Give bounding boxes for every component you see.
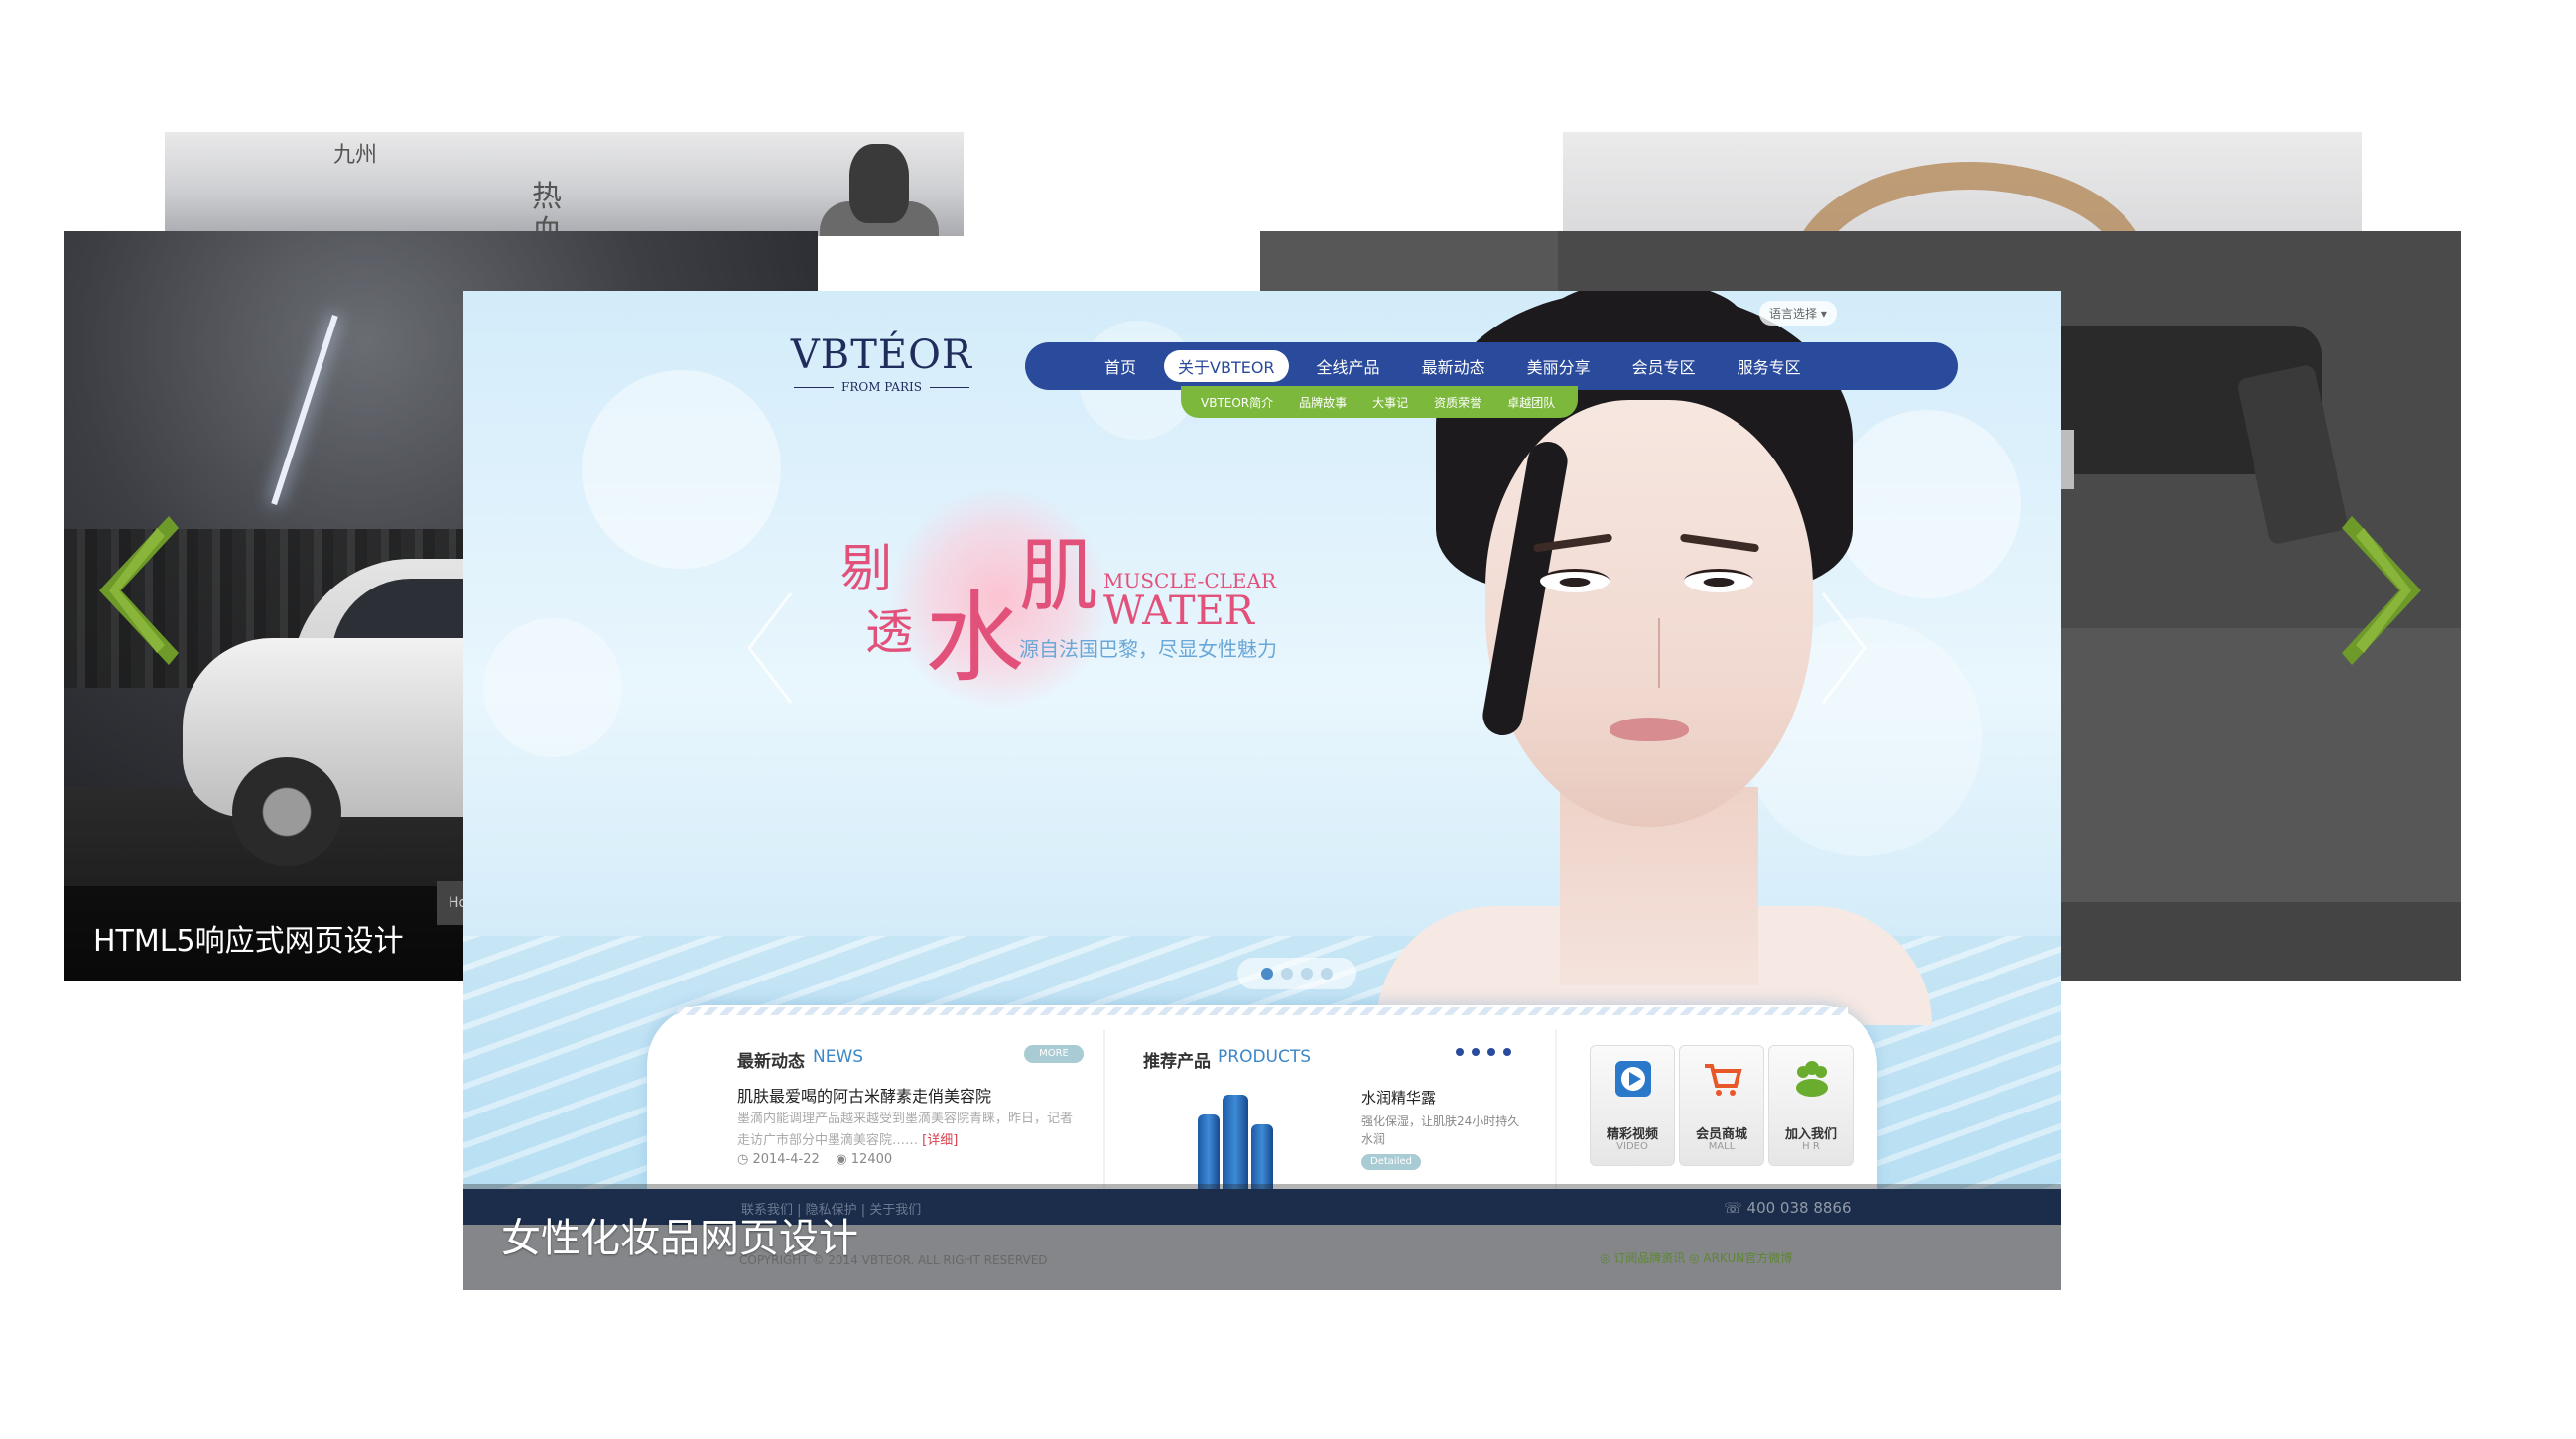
figure-head [849, 144, 909, 223]
news-detail-link[interactable]: [详细] [922, 1133, 958, 1148]
product-detail-button[interactable]: Detailed [1361, 1154, 1421, 1170]
slogan-subtitle: 源自法国巴黎，尽显女性魅力 [1019, 637, 1277, 661]
shopping-cart-icon [1705, 1064, 1742, 1096]
panel-stripe [677, 1007, 1848, 1015]
nav-item-about[interactable]: 关于VBTEOR [1164, 350, 1289, 382]
people-group-icon [1796, 1061, 1828, 1097]
subnav-item-team[interactable]: 卓越团队 [1507, 394, 1555, 411]
bokeh-light [483, 618, 622, 757]
slogan-char-water: 水 [925, 580, 1024, 696]
back-card-top-left[interactable]: 九州 热 血 [165, 132, 964, 236]
banner-pager [1237, 958, 1356, 989]
slide-card-front[interactable]: VBTÉOR FROM PARIS 语言选择 ▾ 首页 关于VBTEOR 全线产… [463, 291, 2061, 1290]
tile-mall-sub: MALL [1708, 1141, 1736, 1152]
banner-prev-icon[interactable] [741, 589, 801, 708]
banner-next-icon[interactable] [1813, 589, 1872, 708]
tile-video-label: 精彩视频 [1606, 1127, 1658, 1142]
nav-item-service[interactable]: 服务专区 [1738, 354, 1801, 378]
brand-logo[interactable]: VBTÉOR FROM PARIS [786, 332, 977, 394]
news-title-en: NEWS [813, 1047, 864, 1067]
slide-caption-front: 女性化妆品网页设计 [501, 1216, 858, 1261]
slogan-char-2: 透 [865, 604, 914, 660]
news-meta: ◷ 2014-4-22 ◉ 12400 [737, 1152, 892, 1167]
tile-mall-label: 会员商城 [1695, 1127, 1747, 1142]
pager-dot[interactable] [1281, 968, 1293, 980]
products-pager-dot[interactable] [1472, 1048, 1480, 1056]
car-wheel-front [232, 757, 341, 866]
news-excerpt: 墨滴内能调理产品越来越受到墨滴美容院青睐，昨日，记者走访广市部分中墨滴美容院……… [737, 1109, 1085, 1152]
product-name[interactable]: 水润精华露 [1361, 1087, 1436, 1108]
carousel-stage: 九州 热 血 Ho HTML5响应式网页设计 VBTÉOR FROM PARIS… [0, 0, 2576, 1439]
tile-join-label: 加入我们 [1784, 1127, 1837, 1142]
slogan-char-skin: 肌 [1019, 530, 1098, 622]
subnav-item-intro[interactable]: VBTEOR简介 [1201, 394, 1273, 411]
tile-video[interactable]: 精彩视频 VIDEO [1590, 1045, 1675, 1166]
products-title: 推荐产品 [1143, 1052, 1211, 1072]
main-nav: 首页 关于VBTEOR 全线产品 最新动态 美丽分享 会员专区 服务专区 [1025, 342, 1958, 390]
tile-join-sub: H R [1802, 1141, 1820, 1152]
slogan-en-line-2: WATER [1103, 589, 1254, 634]
news-date: ◷ 2014-4-22 [737, 1152, 820, 1167]
model-eye-left [1540, 569, 1610, 592]
nav-item-home[interactable]: 首页 [1104, 354, 1136, 378]
tile-join[interactable]: 加入我们 H R [1768, 1045, 1854, 1166]
nav-item-news[interactable]: 最新动态 [1422, 354, 1485, 378]
sub-nav: VBTEOR简介 品牌故事 大事记 资质荣誉 卓越团队 [1181, 386, 1578, 418]
video-play-icon [1615, 1061, 1651, 1097]
panel-divider [1555, 1030, 1557, 1199]
logo-tagline: FROM PARIS [786, 380, 977, 394]
pager-dot[interactable] [1301, 968, 1313, 980]
nav-item-products[interactable]: 全线产品 [1317, 354, 1380, 378]
slide-caption-left: HTML5响应式网页设计 [93, 924, 404, 959]
products-pager [1456, 1048, 1511, 1056]
slogan-char-1: 剔 [840, 540, 893, 599]
news-excerpt-text: 墨滴内能调理产品越来越受到墨滴美容院青睐，昨日，记者走访广市部分中墨滴美容院…… [737, 1112, 1074, 1148]
subnav-item-honors[interactable]: 资质荣誉 [1434, 394, 1481, 411]
subnav-item-story[interactable]: 品牌故事 [1299, 394, 1347, 411]
tile-video-sub: VIDEO [1616, 1141, 1648, 1152]
language-select[interactable]: 语言选择 ▾ [1759, 301, 1837, 326]
products-pager-dot[interactable] [1456, 1048, 1464, 1056]
pager-dot[interactable] [1321, 968, 1333, 980]
subnav-item-milestones[interactable]: 大事记 [1372, 394, 1408, 411]
pager-dot[interactable] [1261, 968, 1273, 980]
handle-ring [1791, 162, 2148, 236]
news-more-button[interactable]: MORE [1024, 1045, 1084, 1063]
products-pager-dot[interactable] [1503, 1048, 1511, 1056]
next-arrow-icon[interactable] [2342, 516, 2421, 665]
brush-title: 九州 [333, 143, 378, 168]
model-lips [1610, 718, 1689, 741]
model-nose [1636, 618, 1660, 688]
nav-item-beauty-share[interactable]: 美丽分享 [1527, 354, 1591, 378]
products-title-en: PRODUCTS [1218, 1047, 1312, 1067]
bokeh-light [582, 370, 781, 569]
news-title: 最新动态 [737, 1052, 805, 1072]
tile-mall[interactable]: 会员商城 MALL [1679, 1045, 1764, 1166]
nav-item-members[interactable]: 会员专区 [1632, 354, 1696, 378]
news-headline[interactable]: 肌肤最爱喝的阿古米酵素走俏美容院 [737, 1083, 991, 1107]
model-eye-right [1684, 569, 1753, 592]
products-pager-dot[interactable] [1487, 1048, 1495, 1056]
product-description: 强化保湿，让肌肤24小时持久水润 [1361, 1114, 1520, 1146]
panel-divider [1103, 1030, 1105, 1199]
news-views: ◉ 12400 [836, 1152, 893, 1167]
logo-wordmark: VBTÉOR [790, 332, 972, 378]
prev-arrow-icon[interactable] [99, 516, 179, 665]
back-card-top-right[interactable] [1563, 132, 2362, 236]
